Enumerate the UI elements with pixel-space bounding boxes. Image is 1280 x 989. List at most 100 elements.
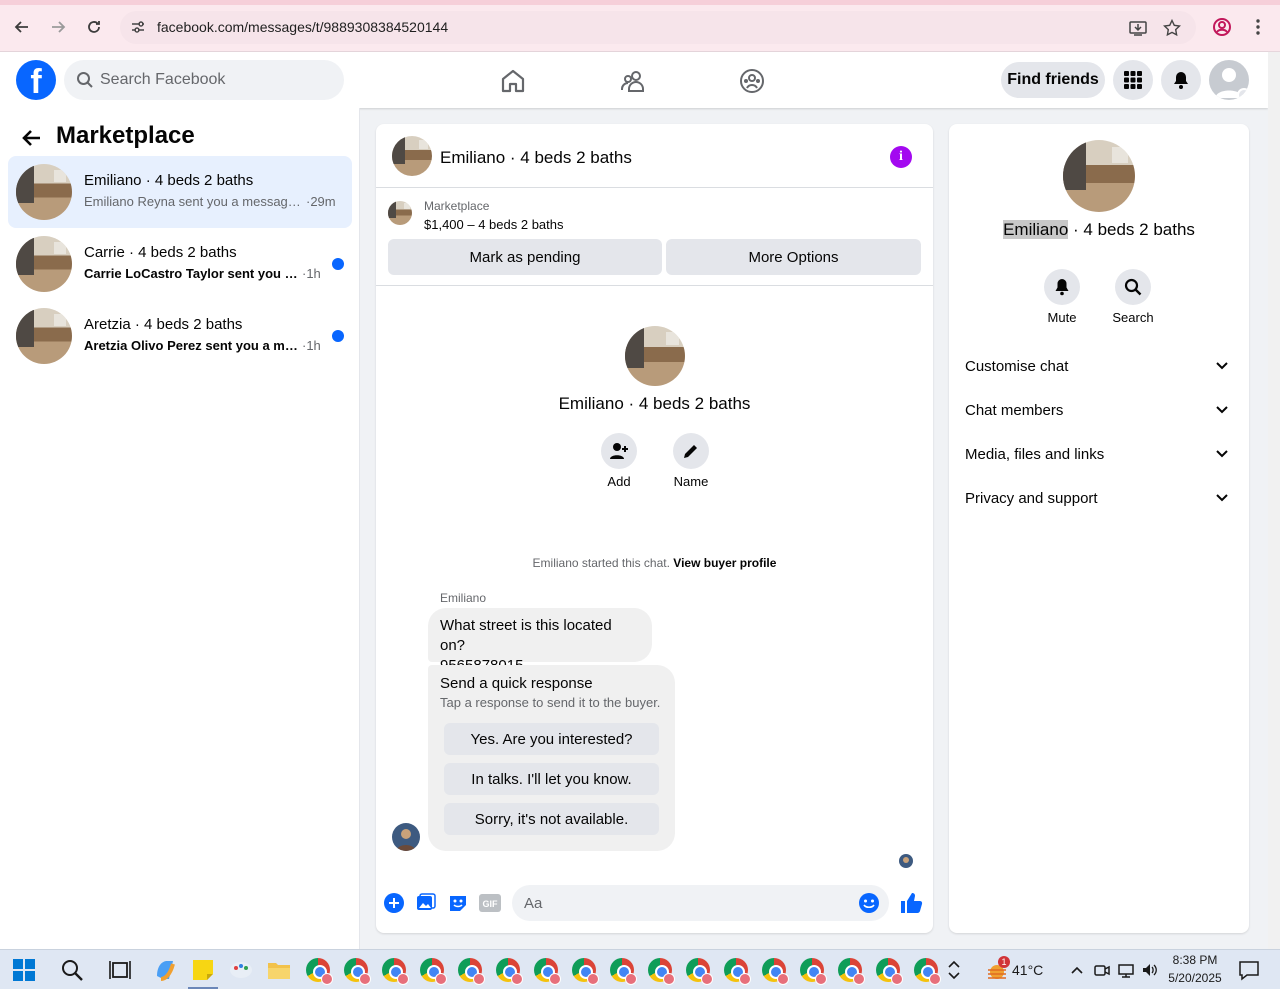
copilot-icon[interactable] [153, 958, 177, 982]
chrome-window-icon[interactable] [610, 958, 637, 985]
search-input[interactable] [100, 60, 330, 100]
url-text[interactable]: facebook.com/messages/t/9889308384520144 [157, 19, 448, 35]
menu-grid-icon[interactable] [1113, 60, 1153, 100]
chrome-window-icon[interactable] [724, 958, 751, 985]
chrome-window-icon[interactable] [762, 958, 789, 985]
profile-icon[interactable] [1209, 14, 1235, 40]
conversation-item[interactable]: Emiliano · 4 beds 2 baths Emiliano Reyna… [8, 156, 352, 228]
taskbar-overflow-chevron-icon[interactable] [946, 958, 962, 982]
conversation-item[interactable]: Aretzia · 4 beds 2 baths Aretzia Olivo P… [8, 300, 352, 372]
quick-response-title: Send a quick response [440, 675, 593, 692]
chrome-window-icon[interactable] [382, 958, 409, 985]
quick-response-button[interactable]: Sorry, it's not available. [444, 803, 659, 835]
chrome-window-icon[interactable] [686, 958, 713, 985]
install-app-icon[interactable] [1127, 17, 1149, 39]
mark-as-pending-button[interactable]: Mark as pending [388, 239, 662, 275]
chat-avatar[interactable] [392, 136, 432, 176]
file-explorer-icon[interactable] [267, 958, 291, 982]
notification-center-icon[interactable] [1238, 958, 1262, 982]
customise-chat-section[interactable]: Customise chat [957, 346, 1241, 386]
site-settings-icon[interactable] [130, 19, 146, 35]
gif-icon[interactable]: GIF [478, 891, 502, 915]
privacy-support-section[interactable]: Privacy and support [957, 478, 1241, 518]
quick-response-card: Send a quick response Tap a response to … [428, 665, 675, 851]
plus-circle-icon[interactable] [382, 891, 406, 915]
name-label: Name [673, 474, 709, 489]
back-icon[interactable] [9, 14, 35, 40]
details-name: Emiliano · 4 beds 2 baths [949, 220, 1249, 240]
conversation-item[interactable]: Carrie · 4 beds 2 baths Carrie LoCastro … [8, 228, 352, 300]
clock-date[interactable]: 5/20/2025 [1166, 971, 1224, 985]
chrome-window-icon[interactable] [572, 958, 599, 985]
facebook-logo[interactable]: f [16, 60, 56, 100]
chrome-window-icon[interactable] [914, 958, 941, 985]
page-scrollbar[interactable] [1268, 52, 1280, 949]
home-icon[interactable] [496, 64, 530, 98]
search-icon[interactable] [1115, 269, 1151, 305]
info-icon[interactable]: i [890, 146, 912, 168]
more-options-button[interactable]: More Options [666, 239, 921, 275]
chrome-window-icon[interactable] [344, 958, 371, 985]
network-icon[interactable] [1117, 958, 1135, 982]
like-thumbs-up-icon[interactable] [898, 890, 924, 916]
search-box[interactable] [64, 60, 344, 100]
chrome-window-icon[interactable] [306, 958, 333, 985]
sticky-notes-icon[interactable] [191, 958, 215, 982]
chrome-window-icon[interactable] [876, 958, 903, 985]
inbox-title: Marketplace [56, 122, 195, 149]
unread-dot [332, 330, 344, 342]
message-line: What street is this located on? [440, 617, 612, 654]
message-composer[interactable] [512, 885, 889, 921]
groups-icon[interactable] [735, 64, 769, 98]
sender-name: Emiliano [440, 591, 487, 605]
listing-thumbnail[interactable] [388, 201, 412, 225]
friends-icon[interactable] [616, 64, 650, 98]
quick-response-button[interactable]: Yes. Are you interested? [444, 723, 659, 755]
chrome-window-icon[interactable] [648, 958, 675, 985]
edit-pencil-icon[interactable] [673, 433, 709, 469]
chat-title[interactable]: Emiliano · 4 beds 2 baths [440, 148, 632, 168]
clock-time[interactable]: 8:38 PM [1166, 953, 1224, 967]
account-avatar[interactable] [1209, 60, 1249, 100]
message-bubble[interactable]: What street is this located on? 95658780… [428, 608, 652, 674]
emoji-icon[interactable] [858, 892, 880, 914]
mute-bell-icon[interactable] [1044, 269, 1080, 305]
forward-icon[interactable] [45, 14, 71, 40]
facebook-header: f Find friends [0, 52, 1268, 108]
reload-icon[interactable] [81, 14, 107, 40]
taskbar-search-icon[interactable] [60, 958, 84, 982]
chrome-window-icon[interactable] [420, 958, 447, 985]
volume-icon[interactable] [1141, 958, 1159, 982]
windows-start-icon[interactable] [12, 958, 36, 982]
search-icon [77, 72, 93, 88]
meet-now-icon[interactable] [1093, 958, 1111, 982]
add-person-icon[interactable] [601, 433, 637, 469]
weather-temperature[interactable]: 41°C [1012, 962, 1043, 978]
chat-members-section[interactable]: Chat members [957, 390, 1241, 430]
notifications-bell-icon[interactable] [1161, 60, 1201, 100]
find-friends-button[interactable]: Find friends [1001, 62, 1105, 98]
sender-avatar[interactable] [392, 823, 420, 851]
tray-chevron-up-icon[interactable] [1069, 958, 1085, 982]
paint-icon[interactable] [229, 958, 253, 982]
sticker-icon[interactable] [446, 891, 470, 915]
chrome-window-icon[interactable] [534, 958, 561, 985]
chrome-window-icon[interactable] [838, 958, 865, 985]
chrome-window-icon[interactable] [496, 958, 523, 985]
bookmark-star-icon[interactable] [1161, 17, 1183, 39]
listing-price[interactable]: $1,400 – 4 beds 2 baths [424, 217, 564, 232]
chrome-window-icon[interactable] [458, 958, 485, 985]
task-view-icon[interactable] [108, 958, 132, 982]
back-arrow-icon[interactable] [18, 124, 46, 152]
view-buyer-profile-link[interactable]: View buyer profile [673, 556, 776, 570]
chrome-window-icon[interactable] [800, 958, 827, 985]
media-files-links-section[interactable]: Media, files and links [957, 434, 1241, 474]
listing-photo [16, 236, 72, 292]
chevron-down-icon [1216, 406, 1228, 414]
message-input[interactable] [524, 885, 844, 921]
browser-menu-icon[interactable] [1245, 14, 1271, 40]
quick-response-button[interactable]: In talks. I'll let you know. [444, 763, 659, 795]
conversation-name: Emiliano · 4 beds 2 baths [84, 172, 254, 189]
address-bar[interactable]: facebook.com/messages/t/9889308384520144 [120, 11, 1196, 44]
photo-gallery-icon[interactable] [414, 891, 438, 915]
